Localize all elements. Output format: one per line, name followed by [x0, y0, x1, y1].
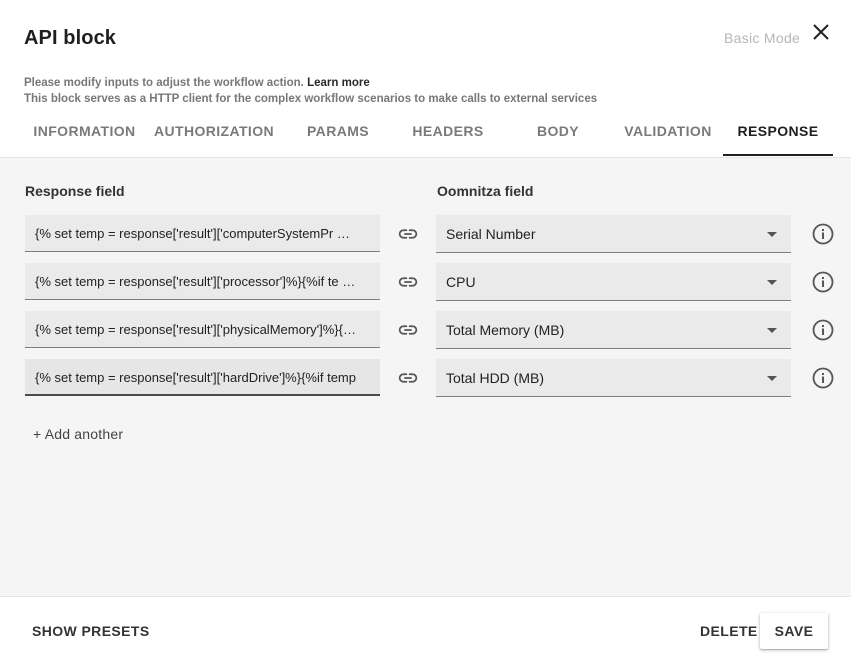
- link-icon[interactable]: [397, 367, 419, 389]
- tab-response[interactable]: RESPONSE: [723, 110, 833, 156]
- description-line-2: This block serves as a HTTP client for t…: [24, 93, 598, 105]
- response-field-header: Response field: [25, 183, 125, 199]
- mapping-row: {% set temp = response['result']['hardDr…: [0, 359, 851, 397]
- tab-headers[interactable]: HEADERS: [393, 110, 503, 156]
- add-another-button[interactable]: + Add another: [33, 426, 123, 442]
- tab-information[interactable]: INFORMATION: [24, 110, 145, 156]
- response-field-input[interactable]: {% set temp = response['result']['comput…: [25, 215, 380, 252]
- delete-button[interactable]: DELETE: [700, 623, 758, 639]
- close-icon: [813, 24, 829, 40]
- selected-value: Total Memory (MB): [446, 322, 565, 338]
- mapping-row: {% set temp = response['result']['comput…: [0, 215, 851, 253]
- tab-validation[interactable]: VALIDATION: [613, 110, 723, 156]
- link-icon[interactable]: [397, 319, 419, 341]
- tab-body[interactable]: BODY: [503, 110, 613, 156]
- dialog-footer: SHOW PRESETS DELETE SAVE: [0, 596, 851, 663]
- oomnitza-field-header: Oomnitza field: [437, 183, 534, 199]
- response-mapping-panel: Response field Oomnitza field {% set tem…: [0, 157, 851, 596]
- dialog-header: API block Basic Mode Please modify input…: [0, 0, 851, 157]
- info-icon[interactable]: [811, 270, 835, 294]
- oomnitza-field-select[interactable]: Serial Number: [436, 215, 791, 253]
- oomnitza-field-select[interactable]: Total HDD (MB): [436, 359, 791, 397]
- mapping-row: {% set temp = response['result']['physic…: [0, 311, 851, 349]
- learn-more-link[interactable]: Learn more: [307, 77, 370, 89]
- tab-authorization[interactable]: AUTHORIZATION: [151, 110, 277, 156]
- info-icon[interactable]: [811, 222, 835, 246]
- show-presets-button[interactable]: SHOW PRESETS: [32, 623, 150, 639]
- response-field-input[interactable]: {% set temp = response['result']['physic…: [25, 311, 380, 348]
- close-button[interactable]: [809, 20, 833, 44]
- selected-value: CPU: [446, 274, 476, 290]
- tab-params[interactable]: PARAMS: [283, 110, 393, 156]
- dialog-title: API block: [24, 27, 117, 49]
- mapping-row: {% set temp = response['result']['proces…: [0, 263, 851, 301]
- selected-value: Total HDD (MB): [446, 370, 545, 386]
- info-icon[interactable]: [811, 366, 835, 390]
- description-text: Please modify inputs to adjust the workf…: [24, 77, 304, 89]
- basic-mode-toggle[interactable]: Basic Mode: [724, 30, 800, 46]
- caret-down-icon: [767, 280, 777, 285]
- link-icon[interactable]: [397, 223, 419, 245]
- response-field-input[interactable]: {% set temp = response['result']['proces…: [25, 263, 380, 300]
- caret-down-icon: [767, 376, 777, 381]
- tab-bar: INFORMATION AUTHORIZATION PARAMS HEADERS…: [0, 110, 851, 156]
- caret-down-icon: [767, 328, 777, 333]
- caret-down-icon: [767, 232, 777, 237]
- selected-value: Serial Number: [446, 226, 536, 242]
- link-icon[interactable]: [397, 271, 419, 293]
- save-button[interactable]: SAVE: [760, 613, 828, 649]
- response-field-input[interactable]: {% set temp = response['result']['hardDr…: [25, 359, 380, 396]
- info-icon[interactable]: [811, 318, 835, 342]
- oomnitza-field-select[interactable]: CPU: [436, 263, 791, 301]
- oomnitza-field-select[interactable]: Total Memory (MB): [436, 311, 791, 349]
- description-line-1: Please modify inputs to adjust the workf…: [24, 77, 370, 89]
